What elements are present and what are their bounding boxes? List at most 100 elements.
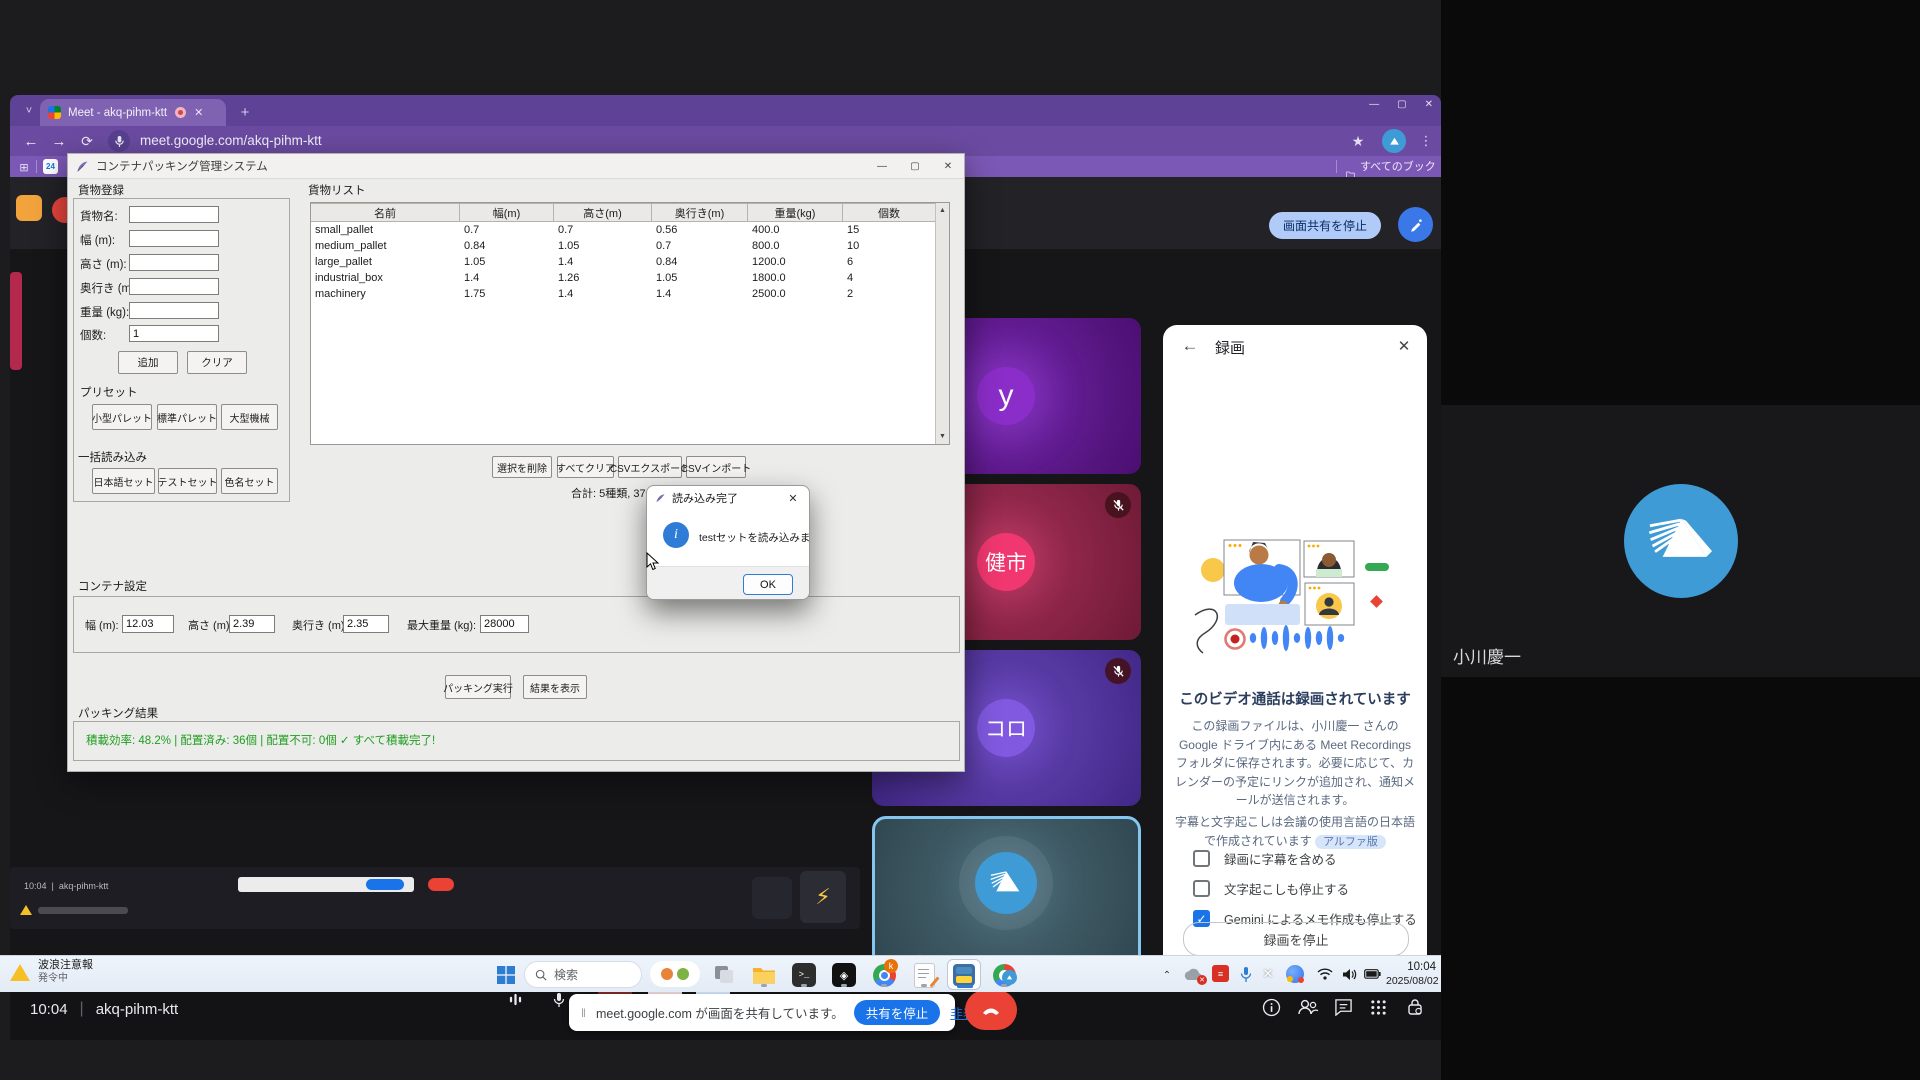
bulk-test-set-button[interactable]: テストセット <box>158 468 217 494</box>
cargo-count-input[interactable] <box>129 325 219 342</box>
dialog-close-icon[interactable]: ✕ <box>781 488 805 508</box>
notepad-button[interactable] <box>910 962 938 988</box>
tray-blue-sphere-icon[interactable] <box>1286 965 1304 983</box>
csv-import-button[interactable]: CSVインポート <box>686 456 746 478</box>
app-close-button[interactable]: ✕ <box>932 155 964 177</box>
cargo-weight-input[interactable] <box>129 302 219 319</box>
column-header[interactable]: 個数 <box>843 203 936 222</box>
kebab-menu-icon[interactable]: ⋮ <box>1416 130 1436 152</box>
table-row[interactable]: medium_pallet 0.84 1.05 0.7 800.0 10 <box>311 238 949 254</box>
csv-export-button[interactable]: CSVエクスポート <box>618 456 682 478</box>
bulk-japanese-set-button[interactable]: 日本語セット <box>92 468 155 494</box>
host-controls-lock-icon[interactable] <box>1402 994 1428 1020</box>
mic-button[interactable] <box>552 992 566 1013</box>
checkbox-unchecked[interactable] <box>1193 850 1210 867</box>
checkbox-row-captions[interactable]: 録画に字幕を含める <box>1193 849 1337 868</box>
table-scrollbar[interactable]: ▲ ▼ <box>935 203 949 444</box>
chrome-minimize-button[interactable]: — <box>1369 99 1379 110</box>
bulk-colorname-set-button[interactable]: 色名セット <box>221 468 278 494</box>
reload-icon[interactable]: ⟳ <box>76 130 98 152</box>
column-header[interactable]: 高さ(m) <box>554 203 652 222</box>
tab-search-chevron[interactable]: ˅ <box>18 100 40 122</box>
container-width-input[interactable] <box>122 615 174 633</box>
audio-levels-button[interactable] <box>508 992 523 1012</box>
column-header[interactable]: 奥行き(m) <box>652 203 748 222</box>
table-row[interactable]: machinery 1.75 1.4 1.4 2500.0 2 <box>311 286 949 302</box>
table-row[interactable]: small_pallet 0.7 0.7 0.56 400.0 15 <box>311 222 949 238</box>
mic-permission-icon[interactable] <box>108 130 130 152</box>
cargo-name-input[interactable] <box>129 206 219 223</box>
app-maximize-button[interactable]: ▢ <box>899 155 931 177</box>
forward-icon[interactable]: → <box>48 130 70 152</box>
start-button[interactable] <box>494 963 518 987</box>
tray-battery-icon[interactable] <box>1362 966 1382 982</box>
chat-icon[interactable] <box>1331 995 1355 1019</box>
activities-grid-icon[interactable] <box>1366 995 1390 1019</box>
bookmark-star-icon[interactable]: ★ <box>1348 131 1368 151</box>
checkbox-row-transcript[interactable]: 文字起こしも停止する <box>1193 879 1349 898</box>
delete-selected-button[interactable]: 選択を削除 <box>492 456 552 478</box>
column-header[interactable]: 重量(kg) <box>748 203 843 222</box>
people-icon[interactable] <box>1295 995 1321 1019</box>
tile-participant-ogawa[interactable]: 小川慶一 <box>872 816 1141 976</box>
dialog-titlebar[interactable]: 読み込み完了 ✕ <box>647 486 809 510</box>
cargo-depth-input[interactable] <box>129 278 219 295</box>
back-icon[interactable]: ← <box>20 130 42 152</box>
profile-avatar[interactable] <box>1382 129 1406 153</box>
cargo-height-input[interactable] <box>129 254 219 271</box>
calendar-bookmark-icon[interactable]: 24 <box>43 159 58 174</box>
container-maxweight-input[interactable] <box>480 615 529 633</box>
preset-small-pallet-button[interactable]: 小型パレット <box>92 404 152 430</box>
new-tab-button[interactable]: + <box>234 101 256 123</box>
run-packing-button[interactable]: パッキング実行 <box>445 675 511 699</box>
scroll-down-icon[interactable]: ▼ <box>936 429 949 444</box>
app-minimize-button[interactable]: — <box>866 155 898 177</box>
apps-grid-icon[interactable]: ⊞ <box>16 159 32 175</box>
container-depth-input[interactable] <box>343 615 389 633</box>
hangup-button[interactable] <box>965 990 1017 1030</box>
file-explorer-button[interactable] <box>750 962 778 988</box>
ok-button[interactable]: OK <box>743 574 793 595</box>
tray-chevron-icon[interactable]: ⌃ <box>1158 966 1176 984</box>
preset-large-machine-button[interactable]: 大型機械 <box>221 404 278 430</box>
taskbar-search-box[interactable]: 検索 <box>524 961 642 988</box>
column-header[interactable]: 名前 <box>311 203 460 222</box>
show-results-button[interactable]: 結果を表示 <box>523 675 587 699</box>
chrome-close-button[interactable]: ✕ <box>1425 99 1433 110</box>
tray-x-icon[interactable]: ✕ <box>1260 966 1276 982</box>
chrome-maximize-button[interactable]: ▢ <box>1397 99 1406 110</box>
column-header[interactable]: 幅(m) <box>460 203 554 222</box>
table-row[interactable]: industrial_box 1.4 1.26 1.05 1800.0 4 <box>311 270 949 286</box>
clear-button[interactable]: クリア <box>187 351 247 374</box>
url-text[interactable]: meet.google.com/akq-pihm-ktt <box>140 133 322 148</box>
chrome-button[interactable]: k <box>870 962 898 988</box>
stop-screenshare-button[interactable]: 画面共有を停止 <box>1269 212 1381 239</box>
table-row[interactable]: large_pallet 1.05 1.4 0.84 1200.0 6 <box>311 254 949 270</box>
tab-meet[interactable]: Meet - akq-pihm-ktt ✕ <box>40 99 226 126</box>
taskbar-widgets-pill[interactable] <box>650 961 700 987</box>
tray-onedrive-icon[interactable]: ✕ <box>1182 965 1204 983</box>
tray-speaker-icon[interactable] <box>1340 966 1358 982</box>
taskbar-weather-widget[interactable]: 波浪注意報 発令中 <box>10 959 93 985</box>
task-view-button[interactable] <box>712 963 738 987</box>
terminal-button[interactable]: >_ <box>790 962 818 988</box>
taskbar-clock[interactable]: 10:04 2025/08/02 <box>1386 960 1436 989</box>
close-icon[interactable]: ✕ <box>1391 333 1417 359</box>
drag-handle-icon[interactable]: ‖ <box>581 1006 586 1020</box>
stop-sharing-button[interactable]: 共有を停止 <box>854 1000 941 1025</box>
preset-standard-pallet-button[interactable]: 標準パレット <box>157 404 217 430</box>
back-arrow-icon[interactable]: ← <box>1177 333 1203 359</box>
python-app-button-active[interactable] <box>947 959 981 990</box>
tab-close-icon[interactable]: ✕ <box>194 106 203 119</box>
info-icon[interactable] <box>1259 995 1283 1019</box>
tray-wifi-icon[interactable] <box>1316 966 1334 982</box>
add-button[interactable]: 追加 <box>118 351 178 374</box>
container-height-input[interactable] <box>229 615 275 633</box>
gemini-pen-button[interactable] <box>1398 207 1433 242</box>
black-app-button[interactable]: ◈ <box>830 962 858 988</box>
scroll-up-icon[interactable]: ▲ <box>936 203 949 218</box>
app-titlebar[interactable]: コンテナパッキング管理システム — ▢ ✕ <box>68 154 964 179</box>
tray-red-app-icon[interactable]: ≡ <box>1212 965 1229 982</box>
stop-recording-button[interactable]: 録画を停止 <box>1183 922 1409 956</box>
cargo-width-input[interactable] <box>129 230 219 247</box>
